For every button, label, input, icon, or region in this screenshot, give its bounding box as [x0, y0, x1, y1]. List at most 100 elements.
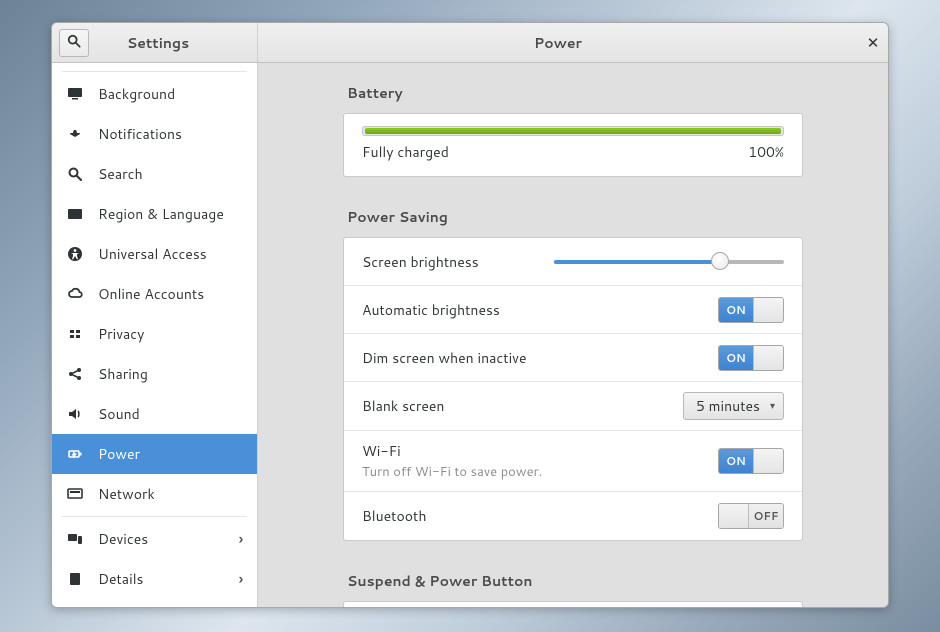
bell-icon	[66, 125, 84, 143]
sidebar-item-label: Privacy	[98, 324, 243, 344]
auto-brightness-toggle[interactable]: ON OFF	[718, 297, 784, 323]
row-blank-screen: Blank screen 5 minutes ▾	[344, 382, 802, 431]
dim-screen-label: Dim screen when inactive	[362, 348, 718, 368]
close-icon: ✕	[867, 32, 880, 53]
toggle-knob	[719, 504, 749, 528]
info-icon	[66, 570, 84, 588]
search-button[interactable]	[59, 29, 89, 57]
brightness-label: Screen brightness	[362, 252, 554, 272]
sidebar-item-label: Network	[98, 484, 243, 504]
section-title-power-saving: Power Saving	[347, 207, 803, 227]
share-icon	[66, 365, 84, 383]
section-title-suspend: Suspend & Power Button	[347, 571, 803, 591]
sidebar-item-region-language[interactable]: Region & Language	[52, 194, 257, 234]
row-bluetooth: Bluetooth ON OFF	[344, 492, 802, 540]
wifi-toggle[interactable]: ON OFF	[718, 448, 784, 474]
toggle-knob	[753, 298, 783, 322]
header-left: Settings	[52, 23, 258, 62]
toggle-off-label: OFF	[749, 504, 783, 528]
toggle-knob	[753, 346, 783, 370]
network-icon	[66, 485, 84, 503]
sidebar-item-label: Universal Access	[98, 244, 243, 264]
blank-screen-label: Blank screen	[362, 396, 683, 416]
row-dim-screen: Dim screen when inactive ON OFF	[344, 334, 802, 382]
content-area[interactable]: Battery Fully charged 100% Power Saving …	[258, 63, 888, 607]
sidebar-item-network[interactable]: Network	[52, 474, 257, 514]
blank-screen-value: 5 minutes	[696, 396, 760, 416]
sidebar-item-power[interactable]: Power	[52, 434, 257, 474]
wifi-label: Wi-Fi	[362, 441, 718, 461]
sidebar-item-label: Background	[98, 84, 243, 104]
sidebar-item-notifications[interactable]: Notifications	[52, 114, 257, 154]
row-screen-brightness: Screen brightness	[344, 238, 802, 286]
header-right: Power ✕	[258, 23, 888, 62]
battery-status-text: Fully charged	[362, 142, 449, 162]
brightness-slider[interactable]	[554, 252, 784, 272]
row-wifi: Wi-Fi Turn off Wi-Fi to save power. ON O…	[344, 431, 802, 492]
close-button[interactable]: ✕	[858, 23, 888, 63]
lock-icon	[66, 325, 84, 343]
dim-screen-toggle[interactable]: ON OFF	[718, 345, 784, 371]
row-automatic-suspend[interactable]: Automatic suspend Off	[344, 602, 802, 607]
page-title: Power	[258, 33, 858, 53]
search-icon	[67, 33, 81, 53]
sidebar-item-label: Search	[98, 164, 243, 184]
cloud-icon	[66, 285, 84, 303]
sidebar-item-label: Online Accounts	[98, 284, 243, 304]
toggle-on-label: ON	[719, 298, 753, 322]
sidebar-item-online-accounts[interactable]: Online Accounts	[52, 274, 257, 314]
sidebar-item-search[interactable]: Search	[52, 154, 257, 194]
accessibility-icon	[66, 245, 84, 263]
blank-screen-combo[interactable]: 5 minutes ▾	[683, 392, 784, 420]
wifi-sublabel: Turn off Wi-Fi to save power.	[362, 463, 718, 481]
window-body: Background Notifications Search Region &…	[52, 63, 888, 607]
power-icon	[66, 445, 84, 463]
toggle-knob	[753, 449, 783, 473]
speaker-icon	[66, 405, 84, 423]
sidebar-item-label: Power	[98, 444, 243, 464]
sidebar-item-privacy[interactable]: Privacy	[52, 314, 257, 354]
section-title-battery: Battery	[347, 83, 803, 103]
sidebar-title: Settings	[89, 33, 257, 53]
slider-fill	[554, 260, 720, 264]
battery-status-row: Fully charged 100%	[362, 142, 784, 162]
bluetooth-label: Bluetooth	[362, 506, 718, 526]
header-bar: Settings Power ✕	[52, 23, 888, 63]
battery-bar	[362, 126, 784, 136]
sidebar-item-label: Devices	[98, 529, 239, 549]
toggle-on-label: ON	[719, 449, 753, 473]
wifi-label-block: Wi-Fi Turn off Wi-Fi to save power.	[362, 441, 718, 481]
sidebar-item-sound[interactable]: Sound	[52, 394, 257, 434]
sidebar-item-details[interactable]: Details ›	[52, 559, 257, 599]
content-inner: Battery Fully charged 100% Power Saving …	[343, 63, 803, 607]
toggle-on-label: ON	[719, 346, 753, 370]
sidebar-item-devices[interactable]: Devices ›	[52, 519, 257, 559]
search-icon	[66, 165, 84, 183]
bluetooth-toggle[interactable]: ON OFF	[718, 503, 784, 529]
battery-panel: Fully charged 100%	[343, 113, 803, 177]
sidebar-item-label: Details	[98, 569, 239, 589]
sidebar-item-label: Notifications	[98, 124, 243, 144]
auto-brightness-label: Automatic brightness	[362, 300, 718, 320]
battery-bar-fill	[365, 128, 781, 134]
sidebar-item-label: Sharing	[98, 364, 243, 384]
sidebar: Background Notifications Search Region &…	[52, 63, 258, 607]
settings-window: Settings Power ✕ Background Notification…	[51, 22, 889, 608]
sidebar-item-sharing[interactable]: Sharing	[52, 354, 257, 394]
sidebar-separator	[62, 71, 247, 72]
slider-thumb[interactable]	[711, 252, 729, 270]
row-automatic-brightness: Automatic brightness ON OFF	[344, 286, 802, 334]
battery-percent-text: 100%	[748, 142, 784, 162]
sidebar-item-label: Sound	[98, 404, 243, 424]
sidebar-separator	[62, 516, 247, 517]
suspend-panel: Automatic suspend Off	[343, 601, 803, 607]
globe-icon	[66, 205, 84, 223]
chevron-right-icon: ›	[239, 529, 243, 549]
chevron-down-icon: ▾	[770, 399, 775, 413]
display-icon	[66, 85, 84, 103]
devices-icon	[66, 530, 84, 548]
power-saving-panel: Screen brightness Automatic brightness O…	[343, 237, 803, 541]
sidebar-item-label: Region & Language	[98, 204, 243, 224]
sidebar-item-universal-access[interactable]: Universal Access	[52, 234, 257, 274]
sidebar-item-background[interactable]: Background	[52, 74, 257, 114]
